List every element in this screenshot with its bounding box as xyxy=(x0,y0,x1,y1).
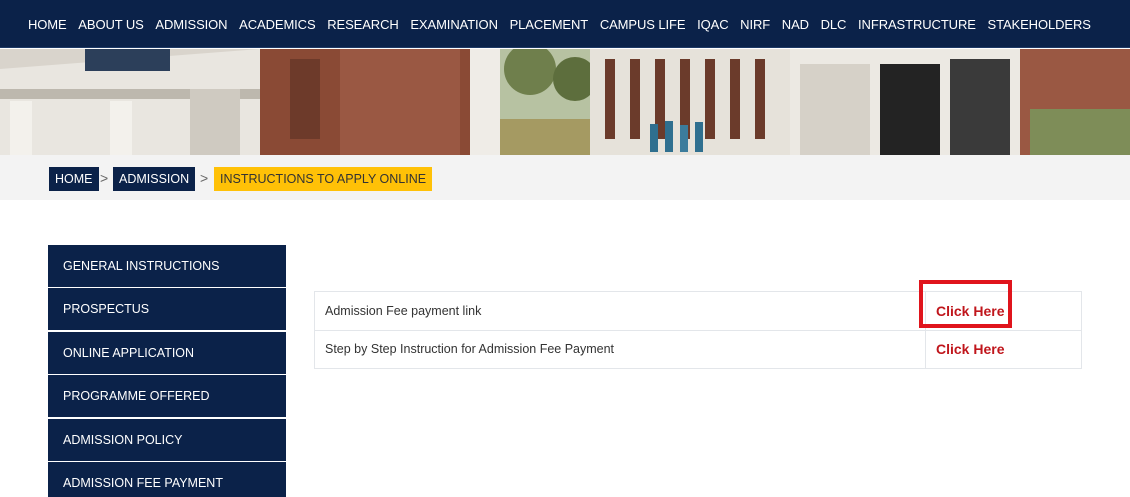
click-here-link[interactable]: Click Here xyxy=(936,303,1004,319)
nav-item-stakeholders[interactable]: STAKEHOLDERS xyxy=(988,17,1091,32)
row-label: Step by Step Instruction for Admission F… xyxy=(314,329,926,369)
nav-item-dlc[interactable]: DLC xyxy=(821,17,847,32)
nav-item-research[interactable]: RESEARCH xyxy=(327,17,399,32)
breadcrumb-separator: > xyxy=(100,170,109,186)
row-label: Admission Fee payment link xyxy=(314,291,926,331)
breadcrumb-separator: > xyxy=(200,170,209,186)
sidebar-item-admission-fee-payment[interactable]: ADMISSION FEE PAYMENT xyxy=(48,461,286,497)
campus-banner-image xyxy=(0,49,1130,155)
breadcrumb-admission[interactable]: ADMISSION xyxy=(113,167,196,191)
nav-item-placement[interactable]: PLACEMENT xyxy=(510,17,589,32)
table-row: Step by Step Instruction for Admission F… xyxy=(314,329,1082,369)
sidebar-item-programme-offered[interactable]: PROGRAMME OFFERED xyxy=(48,375,286,418)
nav-item-academics[interactable]: ACADEMICS xyxy=(239,17,315,32)
nav-item-nirf[interactable]: NIRF xyxy=(740,17,770,32)
sidebar-item-admission-policy[interactable]: ADMISSION POLICY xyxy=(48,418,286,461)
breadcrumb-current: INSTRUCTIONS TO APPLY ONLINE xyxy=(214,167,433,191)
nav-item-examination[interactable]: EXAMINATION xyxy=(410,17,498,32)
breadcrumb-home[interactable]: HOME xyxy=(49,167,99,191)
sidebar-item-online-application[interactable]: ONLINE APPLICATION xyxy=(48,331,286,374)
row-link-cell: Click Here xyxy=(925,329,1082,369)
nav-item-nad[interactable]: NAD xyxy=(782,17,809,32)
table-row: Admission Fee payment link Click Here xyxy=(314,291,1082,331)
nav-item-home[interactable]: HOME xyxy=(28,17,67,32)
click-here-link[interactable]: Click Here xyxy=(936,341,1004,357)
top-navigation: HOME ABOUT US ADMISSION ACADEMICS RESEAR… xyxy=(0,0,1130,48)
sidebar-item-general-instructions[interactable]: GENERAL INSTRUCTIONS xyxy=(48,245,286,287)
sidebar-item-prospectus[interactable]: PROSPECTUS xyxy=(48,288,286,331)
nav-item-iqac[interactable]: IQAC xyxy=(697,17,728,32)
nav-item-infrastructure[interactable]: INFRASTRUCTURE xyxy=(858,17,976,32)
nav-item-campus-life[interactable]: CAMPUS LIFE xyxy=(600,17,686,32)
admission-sidebar: GENERAL INSTRUCTIONS PROSPECTUS ONLINE A… xyxy=(48,245,286,497)
fee-links-table: Admission Fee payment link Click Here St… xyxy=(314,291,1082,369)
nav-item-about-us[interactable]: ABOUT US xyxy=(78,17,144,32)
nav-item-admission[interactable]: ADMISSION xyxy=(155,17,227,32)
row-link-cell: Click Here xyxy=(925,291,1082,331)
